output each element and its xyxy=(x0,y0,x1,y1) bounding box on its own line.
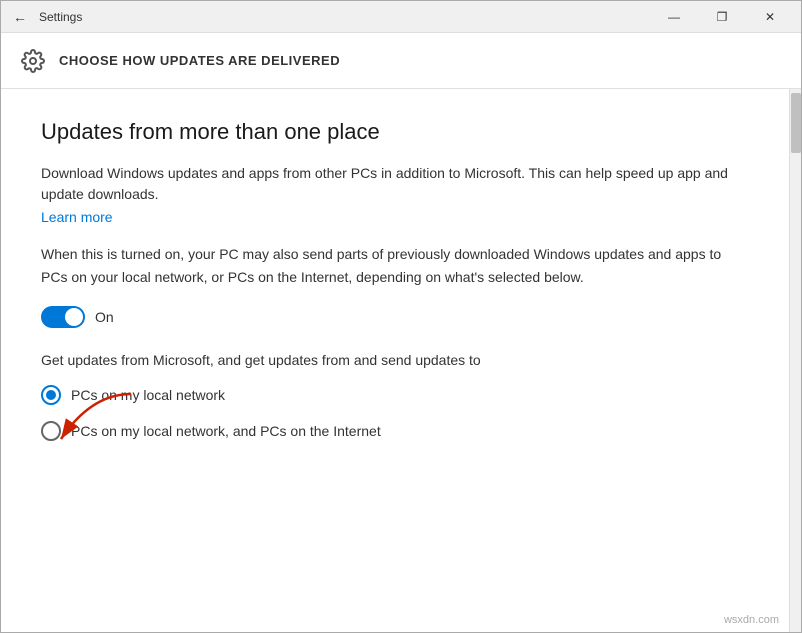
learn-more-link[interactable]: Learn more xyxy=(41,209,113,225)
radio-internet-label: PCs on my local network, and PCs on the … xyxy=(71,423,381,439)
get-updates-description: Get updates from Microsoft, and get upda… xyxy=(41,350,749,371)
scrollbar-thumb[interactable] xyxy=(791,93,801,153)
toggle-knob xyxy=(65,308,83,326)
radio-local-indicator xyxy=(41,385,61,405)
window-title: Settings xyxy=(39,10,82,24)
back-button[interactable]: ← xyxy=(9,5,31,29)
maximize-button[interactable]: ❐ xyxy=(699,1,745,33)
radio-local-label: PCs on my local network xyxy=(71,387,225,403)
page-header: CHOOSE HOW UPDATES ARE DELIVERED xyxy=(1,33,801,89)
when-description: When this is turned on, your PC may also… xyxy=(41,243,749,288)
gear-icon xyxy=(21,49,45,73)
toggle-row: On xyxy=(41,306,749,328)
content-area: Updates from more than one place Downloa… xyxy=(1,89,801,632)
radio-local-network[interactable]: PCs on my local network xyxy=(41,385,749,405)
description-1: Download Windows updates and apps from o… xyxy=(41,163,749,205)
page-title: CHOOSE HOW UPDATES ARE DELIVERED xyxy=(59,53,340,68)
watermark: wsxdn.com xyxy=(724,614,779,626)
scrollbar[interactable] xyxy=(789,89,801,632)
section-heading: Updates from more than one place xyxy=(41,119,749,145)
settings-window: ← Settings — ❐ ✕ CHOOSE HOW UPDATES ARE … xyxy=(0,0,802,633)
toggle-label: On xyxy=(95,309,114,325)
minimize-button[interactable]: — xyxy=(651,1,697,33)
radio-internet[interactable]: PCs on my local network, and PCs on the … xyxy=(41,421,749,441)
close-button[interactable]: ✕ xyxy=(747,1,793,33)
titlebar-left: ← Settings xyxy=(9,5,651,29)
main-content: Updates from more than one place Downloa… xyxy=(1,89,789,632)
window-controls: — ❐ ✕ xyxy=(651,1,793,33)
radio-internet-indicator xyxy=(41,421,61,441)
updates-toggle[interactable] xyxy=(41,306,85,328)
titlebar: ← Settings — ❐ ✕ xyxy=(1,1,801,33)
